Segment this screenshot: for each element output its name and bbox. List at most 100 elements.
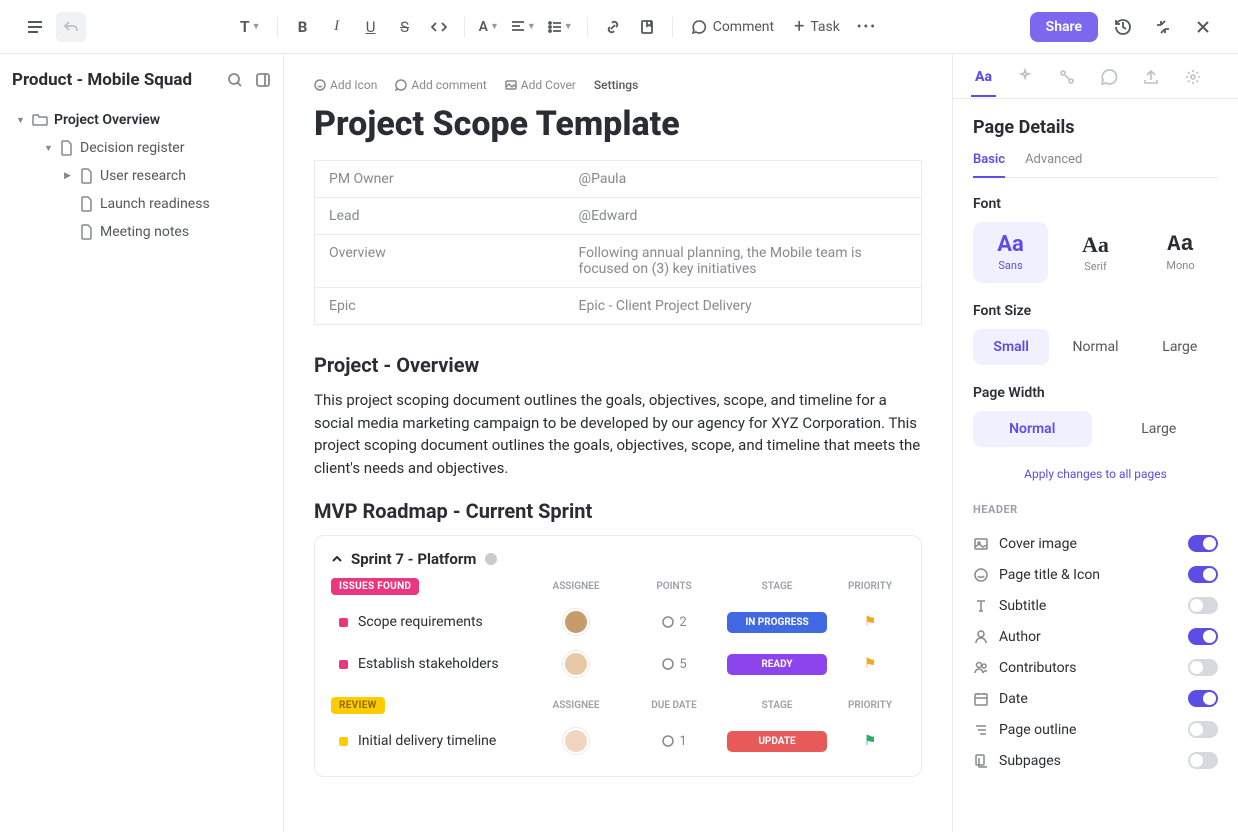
tab-settings[interactable] [1184, 68, 1202, 98]
tab-comments[interactable] [1100, 68, 1118, 98]
toggle-switch[interactable] [1188, 721, 1218, 738]
caret-down-icon: ▼ [16, 115, 26, 126]
points-cell[interactable]: 2 [629, 615, 719, 630]
comment-button[interactable]: Comment [683, 15, 782, 39]
font-option-sans[interactable]: AaSans [973, 222, 1048, 283]
stage-pill[interactable]: UPDATE [727, 731, 827, 752]
text-style-dropdown[interactable]: T ▼ [234, 12, 267, 42]
share-button[interactable]: Share [1030, 12, 1098, 42]
font-size-normal[interactable]: Normal [1057, 329, 1133, 365]
subpages-icon [973, 753, 989, 769]
toggle-switch[interactable] [1188, 752, 1218, 769]
task-button[interactable]: + Task [786, 14, 848, 40]
panel-toggle-icon[interactable] [255, 72, 271, 88]
avatar[interactable] [563, 728, 589, 754]
add-icon-action[interactable]: Add Icon [314, 78, 377, 92]
strikethrough-button[interactable]: S [390, 12, 420, 42]
tree-item-launch-readiness[interactable]: Launch readiness [12, 190, 271, 218]
toggle-switch[interactable] [1188, 566, 1218, 583]
undo-button[interactable] [56, 12, 86, 42]
stage-pill[interactable]: IN PROGRESS [727, 612, 827, 633]
avatar[interactable] [563, 609, 589, 635]
toggle-switch[interactable] [1188, 690, 1218, 707]
panel-title: Page Details [973, 117, 1218, 138]
bold-button[interactable]: B [288, 12, 318, 42]
toggle-page-title-icon: Page title & Icon [973, 559, 1218, 590]
history-icon[interactable] [1108, 12, 1138, 42]
right-panel: Aa Page Details Basic Advanced Font AaSa… [952, 54, 1238, 832]
list-dropdown[interactable]: ▼ [544, 12, 577, 42]
tab-page-details[interactable]: Aa [975, 69, 992, 97]
text-icon [973, 598, 989, 614]
search-icon[interactable] [227, 72, 243, 88]
page-width-large[interactable]: Large [1100, 411, 1219, 447]
tree-item-decision-register[interactable]: ▼ Decision register [12, 134, 271, 162]
apply-all-link[interactable]: Apply changes to all pages [973, 467, 1218, 481]
stage-pill[interactable]: READY [727, 654, 827, 675]
add-comment-action[interactable]: Add comment [395, 78, 486, 92]
page-title[interactable]: Project Scope Template [314, 104, 922, 144]
toggle-switch[interactable] [1188, 597, 1218, 614]
overview-body[interactable]: This project scoping document outlines t… [314, 389, 922, 479]
plus-icon: + [794, 18, 804, 36]
chevron-up-icon [331, 553, 343, 565]
overview-heading[interactable]: Project - Overview [314, 353, 922, 377]
main-content: Add Icon Add comment Add Cover Settings … [284, 54, 952, 832]
left-sidebar: Product - Mobile Squad ▼ Project Overvie… [0, 54, 284, 832]
tree-item-project-overview[interactable]: ▼ Project Overview [12, 106, 271, 134]
add-cover-action[interactable]: Add Cover [505, 78, 576, 92]
settings-action[interactable]: Settings [594, 78, 638, 92]
page-width-label: Page Width [973, 385, 1218, 401]
roadmap-heading[interactable]: MVP Roadmap - Current Sprint [314, 499, 922, 523]
property-row[interactable]: PM Owner@Paula [315, 161, 922, 198]
toggle-subtitle: Subtitle [973, 590, 1218, 621]
tab-relationships[interactable] [1058, 68, 1076, 98]
font-option-mono[interactable]: AaMono [1143, 222, 1218, 283]
caret-right-icon: ▶ [64, 171, 74, 181]
menu-icon[interactable] [20, 12, 50, 42]
group-badge[interactable]: ISSUES FOUND [331, 578, 419, 595]
task-row[interactable]: Scope requirements 2 IN PROGRESS ⚑ [331, 601, 905, 643]
group-badge[interactable]: REVIEW [331, 697, 385, 714]
font-size-small[interactable]: Small [973, 329, 1049, 365]
page-width-normal[interactable]: Normal [973, 411, 1092, 447]
points-cell[interactable]: 5 [629, 657, 719, 672]
link-button[interactable] [598, 12, 628, 42]
toggle-cover-image: Cover image [973, 528, 1218, 559]
avatar[interactable] [563, 651, 589, 677]
due-date-cell[interactable]: 1 [629, 734, 719, 749]
tree-item-user-research[interactable]: ▶ User research [12, 162, 271, 190]
close-icon[interactable] [1188, 12, 1218, 42]
bookmark-button[interactable] [632, 12, 662, 42]
font-label: Font [973, 196, 1218, 212]
toggle-switch[interactable] [1188, 628, 1218, 645]
priority-flag-icon[interactable]: ⚑ [835, 614, 905, 630]
task-row[interactable]: Establish stakeholders 5 READY ⚑ [331, 643, 905, 685]
tab-ai[interactable] [1016, 68, 1034, 98]
font-option-serif[interactable]: AaSerif [1058, 222, 1133, 283]
chevron-down-icon: ▼ [564, 21, 573, 32]
users-icon [973, 660, 989, 676]
toggle-switch[interactable] [1188, 659, 1218, 676]
property-row[interactable]: EpicEpic - Client Project Delivery [315, 288, 922, 325]
sprint-header[interactable]: Sprint 7 - Platform [331, 550, 905, 568]
collapse-icon[interactable] [1148, 12, 1178, 42]
font-size-large[interactable]: Large [1142, 329, 1218, 365]
underline-button[interactable]: U [356, 12, 386, 42]
more-button[interactable]: ••• [852, 12, 882, 42]
code-button[interactable] [424, 12, 454, 42]
tree-item-meeting-notes[interactable]: Meeting notes [12, 218, 271, 246]
property-row[interactable]: Lead@Edward [315, 198, 922, 235]
align-dropdown[interactable]: ▼ [507, 12, 540, 42]
priority-flag-icon[interactable]: ⚑ [835, 733, 905, 749]
property-row[interactable]: OverviewFollowing annual planning, the M… [315, 235, 922, 288]
info-icon [484, 552, 498, 566]
toggle-switch[interactable] [1188, 535, 1218, 552]
text-color-dropdown[interactable]: A▼ [475, 12, 503, 42]
task-row[interactable]: Initial delivery timeline 1 UPDATE ⚑ [331, 720, 905, 762]
priority-flag-icon[interactable]: ⚑ [835, 656, 905, 672]
tab-share[interactable] [1142, 68, 1160, 98]
italic-button[interactable]: I [322, 12, 352, 42]
subtab-basic[interactable]: Basic [973, 152, 1005, 177]
subtab-advanced[interactable]: Advanced [1025, 152, 1082, 177]
